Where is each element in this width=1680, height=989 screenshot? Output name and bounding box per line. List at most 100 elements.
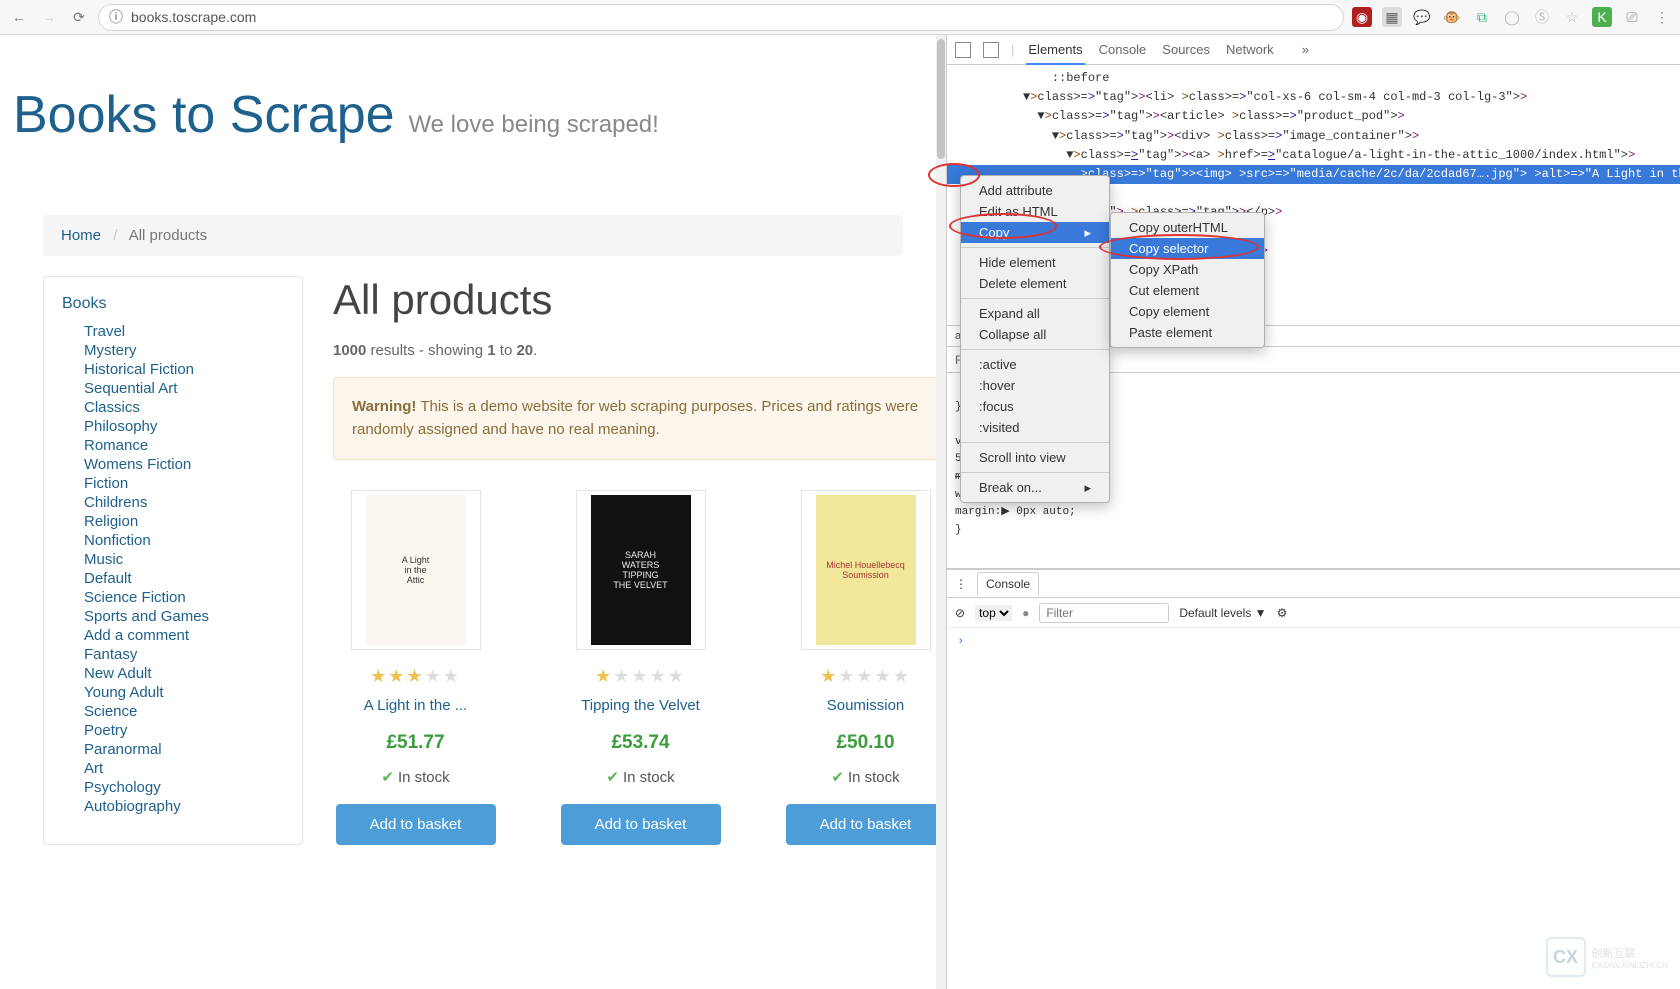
site-info-icon[interactable]: ⓘ bbox=[109, 7, 123, 27]
ext-icon-4[interactable]: ⧉ bbox=[1472, 7, 1492, 27]
product-title-link[interactable]: Tipping the Velvet bbox=[581, 697, 700, 714]
context-scroll-into-view[interactable]: Scroll into view bbox=[961, 447, 1109, 468]
context-copy[interactable]: Copy bbox=[961, 222, 1109, 243]
menu-item[interactable]: Copy selector bbox=[1111, 238, 1264, 259]
sidebar-category-link[interactable]: Science Fiction bbox=[84, 589, 186, 606]
sidebar-root-link[interactable]: Books bbox=[62, 295, 284, 313]
sidebar-category-link[interactable]: Fantasy bbox=[84, 646, 137, 663]
forward-button[interactable]: → bbox=[38, 6, 60, 28]
product-price: £50.10 bbox=[783, 732, 947, 754]
menu-item[interactable]: Copy XPath bbox=[1111, 259, 1264, 280]
sidebar-category-link[interactable]: Religion bbox=[84, 513, 138, 530]
console-context-select[interactable]: top bbox=[975, 605, 1012, 621]
console-drawer-menu[interactable]: ⋮ bbox=[955, 577, 967, 591]
inspect-icon[interactable] bbox=[955, 42, 971, 58]
skype-icon[interactable]: Ⓢ bbox=[1532, 7, 1552, 27]
add-to-basket-button[interactable]: Add to basket bbox=[336, 804, 496, 845]
cast-icon[interactable]: ⎚ bbox=[1622, 7, 1642, 27]
console-settings-icon[interactable]: ⚙ bbox=[1277, 606, 1288, 620]
menu-item[interactable]: Copy outerHTML bbox=[1111, 217, 1264, 238]
device-toggle-icon[interactable] bbox=[983, 42, 999, 58]
address-bar[interactable]: ⓘ books.toscrape.com bbox=[98, 4, 1344, 31]
sidebar-category-link[interactable]: Philosophy bbox=[84, 418, 157, 435]
add-to-basket-button[interactable]: Add to basket bbox=[786, 804, 946, 845]
stock-status: ✔In stock bbox=[333, 768, 498, 786]
menu-item[interactable]: Expand all bbox=[961, 303, 1109, 324]
results-summary: 1000 results - showing 1 to 20. bbox=[333, 342, 947, 359]
devtools-tab-sources[interactable]: Sources bbox=[1160, 42, 1212, 57]
breadcrumb-current: All products bbox=[129, 227, 207, 244]
ext-icon-5[interactable]: ◯ bbox=[1502, 7, 1522, 27]
breadcrumb-home[interactable]: Home bbox=[61, 227, 101, 244]
menu-item[interactable]: :active bbox=[961, 354, 1109, 375]
menu-item[interactable]: Edit as HTML bbox=[961, 201, 1109, 222]
sidebar-category-link[interactable]: Science bbox=[84, 703, 137, 720]
sidebar-category-link[interactable]: Womens Fiction bbox=[84, 456, 191, 473]
sidebar-category-link[interactable]: Sports and Games bbox=[84, 608, 209, 625]
devtools-tab-elements[interactable]: Elements bbox=[1026, 36, 1084, 65]
ext-icon-3[interactable]: 🐵 bbox=[1442, 7, 1462, 27]
menu-item[interactable]: Delete element bbox=[961, 273, 1109, 294]
menu-item[interactable]: :focus bbox=[961, 396, 1109, 417]
site-subtitle: We love being scraped! bbox=[398, 111, 658, 138]
sidebar-category-link[interactable]: Paranormal bbox=[84, 741, 162, 758]
sidebar-category-link[interactable]: Classics bbox=[84, 399, 140, 416]
console-drawer-tab[interactable]: Console bbox=[977, 572, 1039, 595]
menu-item[interactable]: Cut element bbox=[1111, 280, 1264, 301]
menu-item[interactable]: Add attribute bbox=[961, 180, 1109, 201]
sidebar-category-link[interactable]: New Adult bbox=[84, 665, 152, 682]
sidebar-category-link[interactable]: Mystery bbox=[84, 342, 137, 359]
product-image[interactable]: SARAH WATERS TIPPING THE VELVET bbox=[576, 490, 706, 650]
sidebar-category-link[interactable]: Sequential Art bbox=[84, 380, 177, 397]
ext-icon-k[interactable]: K bbox=[1592, 7, 1612, 27]
sidebar-category-link[interactable]: Nonfiction bbox=[84, 532, 151, 549]
sidebar-category-link[interactable]: Add a comment bbox=[84, 627, 189, 644]
ublock-icon[interactable]: ◉ bbox=[1352, 7, 1372, 27]
console-filter-input[interactable] bbox=[1039, 603, 1169, 623]
sidebar-category-link[interactable]: Travel bbox=[84, 323, 125, 340]
console-levels-select[interactable]: Default levels ▼ bbox=[1179, 606, 1266, 620]
webpage-viewport: Books to Scrape We love being scraped! H… bbox=[0, 35, 947, 989]
page-scrollbar[interactable] bbox=[936, 35, 946, 989]
sidebar-category-link[interactable]: Poetry bbox=[84, 722, 127, 739]
sidebar-category-link[interactable]: Autobiography bbox=[84, 798, 181, 815]
sidebar-category-link[interactable]: Psychology bbox=[84, 779, 161, 796]
product-title-link[interactable]: A Light in the ... bbox=[364, 697, 467, 714]
elements-context-menu[interactable]: Add attributeEdit as HTML Copy Hide elem… bbox=[960, 175, 1110, 503]
copy-submenu[interactable]: Copy outerHTMLCopy selectorCopy XPathCut… bbox=[1110, 212, 1265, 348]
back-button[interactable]: ← bbox=[8, 6, 30, 28]
add-to-basket-button[interactable]: Add to basket bbox=[561, 804, 721, 845]
context-break-on[interactable]: Break on... bbox=[961, 477, 1109, 498]
sidebar-category-link[interactable]: Art bbox=[84, 760, 103, 777]
console-drawer: ⋮ Console ✕ ⊘ top ● Default levels ▼ ⚙ › bbox=[947, 569, 1680, 989]
reload-button[interactable]: ⟳ bbox=[68, 6, 90, 28]
menu-item[interactable]: Paste element bbox=[1111, 322, 1264, 343]
product-title-link[interactable]: Soumission bbox=[827, 697, 905, 714]
menu-item[interactable]: :hover bbox=[961, 375, 1109, 396]
sidebar-category-link[interactable]: Young Adult bbox=[84, 684, 164, 701]
sidebar-category-link[interactable]: Romance bbox=[84, 437, 148, 454]
product-price: £53.74 bbox=[558, 732, 723, 754]
product-image[interactable]: A Light in the Attic bbox=[351, 490, 481, 650]
menu-item[interactable]: Collapse all bbox=[961, 324, 1109, 345]
devtools-tab-network[interactable]: Network bbox=[1224, 42, 1276, 57]
product-image[interactable]: Michel Houellebecq Soumission bbox=[801, 490, 931, 650]
site-title-link[interactable]: Books to Scrape bbox=[13, 86, 395, 144]
console-clear-icon[interactable]: ⊘ bbox=[955, 606, 965, 620]
devtools-tab-console[interactable]: Console bbox=[1097, 42, 1149, 57]
console-prompt[interactable]: › bbox=[957, 634, 964, 648]
sidebar-category-link[interactable]: Historical Fiction bbox=[84, 361, 194, 378]
menu-item[interactable]: Copy element bbox=[1111, 301, 1264, 322]
product-card: SARAH WATERS TIPPING THE VELVET ★★★★★ Ti… bbox=[558, 490, 723, 845]
star-icon[interactable]: ☆ bbox=[1562, 7, 1582, 27]
sidebar-category-link[interactable]: Music bbox=[84, 551, 123, 568]
ext-icon-2[interactable]: 💬 bbox=[1412, 7, 1432, 27]
sidebar-category-link[interactable]: Default bbox=[84, 570, 132, 587]
menu-item[interactable]: Hide element bbox=[961, 252, 1109, 273]
menu-icon[interactable]: ⋮ bbox=[1652, 7, 1672, 27]
sidebar-category-link[interactable]: Fiction bbox=[84, 475, 128, 492]
sidebar-category-link[interactable]: Childrens bbox=[84, 494, 147, 511]
devtools-more-tabs[interactable]: » bbox=[1300, 42, 1311, 57]
ext-icon-1[interactable]: ▦ bbox=[1382, 7, 1402, 27]
menu-item[interactable]: :visited bbox=[961, 417, 1109, 438]
